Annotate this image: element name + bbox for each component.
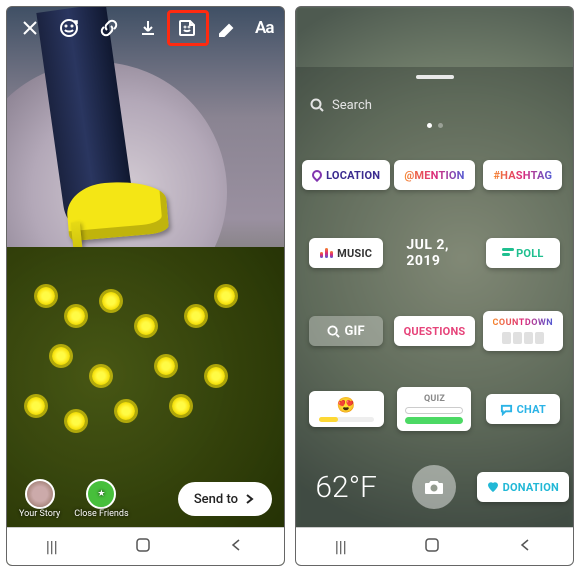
date-sticker[interactable]: JUL 2, 2019 xyxy=(396,238,472,268)
quiz-option xyxy=(405,407,463,414)
mention-label: @MENTION xyxy=(404,169,464,182)
home-button[interactable] xyxy=(424,537,440,557)
chat-sticker[interactable]: CHAT xyxy=(486,394,560,424)
close-friends-button[interactable]: ★ Close Friends xyxy=(74,479,128,519)
hashtag-sticker[interactable]: #HASHTAG xyxy=(483,160,562,190)
poll-icon xyxy=(502,248,512,258)
page-dot xyxy=(438,123,443,128)
quiz-label: QUIZ xyxy=(405,394,463,404)
location-pin-icon xyxy=(310,168,324,182)
android-nav-bar: ||| xyxy=(296,527,573,565)
avatar xyxy=(25,479,55,509)
camera-sticker[interactable] xyxy=(412,465,456,509)
recents-button[interactable]: ||| xyxy=(46,537,58,556)
donation-label: DONATION xyxy=(503,481,559,494)
gif-sticker[interactable]: GIF xyxy=(309,316,383,346)
story-bottom-bar: Your Story ★ Close Friends Send to xyxy=(7,479,284,519)
sticker-search[interactable]: Search xyxy=(310,93,559,117)
quiz-sticker[interactable]: QUIZ xyxy=(397,387,471,431)
mention-sticker[interactable]: @MENTION xyxy=(394,160,474,190)
location-label: LOCATION xyxy=(326,169,380,182)
your-story-button[interactable]: Your Story xyxy=(19,479,60,519)
music-bars-icon xyxy=(320,248,333,258)
countdown-bars-icon xyxy=(502,332,544,344)
temperature-label: 62°F xyxy=(315,470,377,505)
page-dots xyxy=(427,123,443,128)
music-label: MUSIC xyxy=(337,247,372,260)
heart-eyes-emoji: 😍 xyxy=(337,396,356,414)
close-friends-label: Close Friends xyxy=(74,509,128,519)
sticker-picker-screen: Search LOCATION @MENTION #HASHTAG MUSIC … xyxy=(295,6,574,566)
questions-label: QUESTIONS xyxy=(404,325,466,338)
draw-icon[interactable] xyxy=(217,17,235,39)
close-icon[interactable] xyxy=(21,17,39,39)
chat-label: CHAT xyxy=(517,403,546,416)
text-tool-button[interactable]: Aa xyxy=(255,18,273,38)
send-to-button[interactable]: Send to xyxy=(178,482,272,516)
page-dot-active xyxy=(427,123,432,128)
star-icon: ★ xyxy=(86,479,116,509)
music-sticker[interactable]: MUSIC xyxy=(309,238,383,268)
sticker-grid: LOCATION @MENTION #HASHTAG MUSIC JUL 2, … xyxy=(308,147,561,553)
send-to-label: Send to xyxy=(194,492,238,507)
back-button[interactable] xyxy=(229,537,245,557)
poll-sticker[interactable]: POLL xyxy=(486,238,560,268)
story-editor-screen: Aa Your Story ★ Close Friends Send to ||… xyxy=(6,6,285,566)
back-button[interactable] xyxy=(518,537,534,557)
poll-label: POLL xyxy=(516,247,543,260)
location-sticker[interactable]: LOCATION xyxy=(302,160,390,190)
search-placeholder: Search xyxy=(332,98,372,113)
sticker-button-highlight xyxy=(167,10,209,46)
countdown-sticker[interactable]: COUNTDOWN xyxy=(483,311,564,351)
heart-icon xyxy=(487,481,499,493)
countdown-label: COUNTDOWN xyxy=(493,318,554,328)
quiz-option-correct xyxy=(405,417,463,424)
questions-sticker[interactable]: QUESTIONS xyxy=(394,316,476,346)
android-nav-bar: ||| xyxy=(7,527,284,565)
story-toolbar: Aa xyxy=(7,7,284,49)
emoji-slider-sticker[interactable]: 😍 xyxy=(309,391,384,427)
your-story-label: Your Story xyxy=(19,509,60,519)
camera-icon xyxy=(423,476,445,498)
sheet-grip[interactable] xyxy=(416,75,454,79)
slider-track xyxy=(319,417,374,422)
temperature-sticker[interactable]: 62°F xyxy=(315,470,377,505)
gif-label: GIF xyxy=(344,324,364,339)
link-icon[interactable] xyxy=(99,17,119,39)
hashtag-label: #HASHTAG xyxy=(493,169,552,182)
download-icon[interactable] xyxy=(139,17,157,39)
donation-sticker[interactable]: DONATION xyxy=(477,472,569,502)
date-label: JUL 2, 2019 xyxy=(406,237,462,269)
recents-button[interactable]: ||| xyxy=(335,537,347,556)
add-sticker-face-icon[interactable] xyxy=(59,17,79,39)
home-button[interactable] xyxy=(135,537,151,557)
